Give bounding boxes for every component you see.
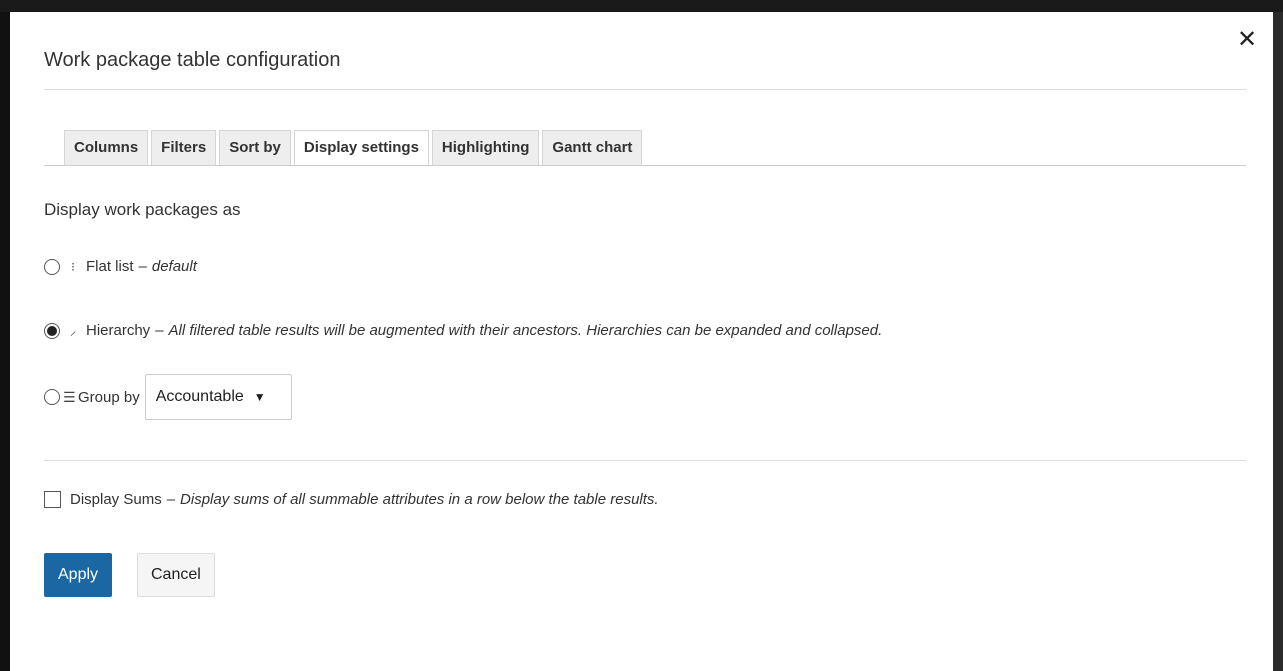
close-icon[interactable]: ✕: [1235, 28, 1259, 52]
apply-button[interactable]: Apply: [44, 553, 113, 597]
tab-gantt-chart[interactable]: Gantt chart: [542, 130, 643, 165]
display-section-label: Display work packages as: [44, 200, 241, 219]
flat-list-icon: ⁝: [71, 259, 75, 274]
display-sums-checkbox[interactable]: [44, 491, 61, 508]
radio-group-by[interactable]: [44, 389, 60, 405]
option-display-sums: Display Sums – Display sums of all summa…: [44, 491, 659, 508]
title-divider: [44, 89, 1246, 90]
option-hierarchy-label: Hierarchy: [86, 322, 151, 339]
display-sums-description: Display sums of all summable attributes …: [180, 491, 659, 508]
radio-selected-dot: [47, 325, 57, 336]
option-dash: –: [138, 258, 147, 275]
tab-highlighting[interactable]: Highlighting: [431, 130, 540, 165]
hierarchy-icon: ⸝: [69, 324, 76, 338]
option-group-by-label: Group by: [78, 388, 140, 406]
tabs-divider: [44, 165, 1246, 166]
tab-sort-by[interactable]: Sort by: [219, 130, 291, 165]
tab-filters[interactable]: Filters: [151, 130, 217, 165]
table-configuration-modal: Work package table configuration ✕ Colum…: [10, 12, 1273, 671]
radio-flat-list[interactable]: [44, 258, 60, 275]
group-by-icon: ☰: [63, 388, 76, 405]
option-flat-list-description: default: [151, 258, 197, 275]
display-sums-label: Display Sums: [70, 491, 162, 508]
option-hierarchy: ⸝ Hierarchy – All filtered table results…: [44, 322, 882, 339]
option-hierarchy-description: All filtered table results will be augme…: [168, 322, 883, 339]
option-dash: –: [166, 491, 176, 508]
option-flat-list: ⁝ Flat list – default: [44, 258, 197, 275]
page-backdrop: [0, 0, 1283, 12]
option-flat-list-label: Flat list: [86, 258, 134, 275]
modal-title: Work package table configuration: [44, 49, 341, 71]
option-group-by: ☰ Group by Accountable ▼: [44, 374, 292, 420]
section-divider: [44, 460, 1246, 461]
cancel-button[interactable]: Cancel: [137, 553, 215, 597]
chevron-down-icon: ▼: [253, 390, 266, 404]
tab-columns[interactable]: Columns: [64, 130, 149, 165]
group-by-select-value: Accountable: [155, 388, 244, 405]
config-tabs: Columns Filters Sort by Display settings…: [64, 130, 645, 166]
page-backdrop-right: [1273, 12, 1283, 671]
option-dash: –: [155, 322, 164, 339]
group-by-select[interactable]: Accountable ▼: [144, 374, 292, 420]
radio-hierarchy[interactable]: [44, 322, 60, 339]
tab-display-settings[interactable]: Display settings: [293, 130, 429, 166]
